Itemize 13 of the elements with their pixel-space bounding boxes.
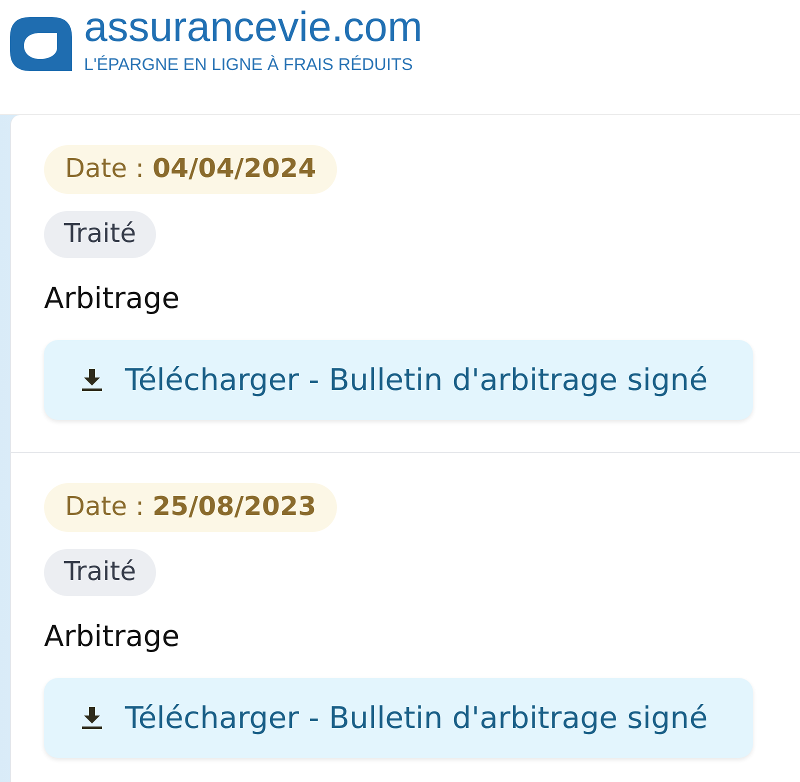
date-badge: Date : 25/08/2023 xyxy=(44,483,338,532)
site-tagline: L'ÉPARGNE EN LIGNE À FRAIS RÉDUITS xyxy=(84,55,413,75)
download-button[interactable]: Télécharger - Bulletin d'arbitrage signé xyxy=(44,678,753,758)
download-icon xyxy=(81,706,103,730)
operation-type: Arbitrage xyxy=(44,280,180,317)
site-name: assurancevie.com xyxy=(84,6,422,48)
date-badge: Date : 04/04/2024 xyxy=(44,145,338,194)
logo-icon xyxy=(10,17,72,71)
download-button[interactable]: Télécharger - Bulletin d'arbitrage signé xyxy=(44,340,753,420)
download-icon xyxy=(81,368,103,392)
operation-type: Arbitrage xyxy=(44,618,180,655)
status-badge: Traité xyxy=(44,211,156,258)
status-badge: Traité xyxy=(44,549,156,596)
